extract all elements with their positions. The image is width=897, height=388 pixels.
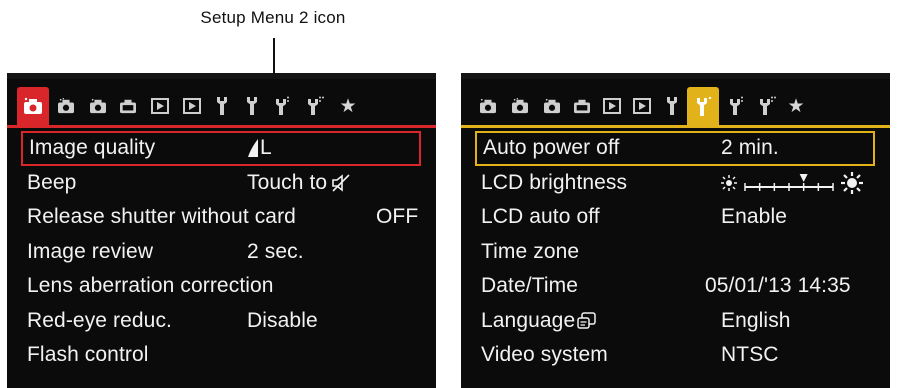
right-camera-menu-screen: ★ Auto power off 2 min. LCD brightness L… [461, 73, 890, 388]
setup-menu-2-callout-label: Setup Menu 2 icon [200, 8, 346, 27]
setup-menu-list: Auto power off 2 min. LCD brightness LCD… [475, 131, 875, 373]
tab-playback-2[interactable] [629, 87, 655, 125]
star-icon: ★ [339, 95, 357, 117]
wrench-icon [697, 96, 712, 116]
release-shutter-value: OFF [376, 205, 419, 229]
tab-shooting-2[interactable] [53, 87, 79, 125]
menu-item-label: Language [481, 309, 597, 333]
playback-icon [183, 98, 201, 114]
menu-item-image-quality[interactable]: Image quality L [21, 131, 421, 166]
language-icon [577, 312, 596, 329]
playback-icon [151, 98, 169, 114]
tab-shooting-4[interactable] [569, 87, 595, 125]
menu-item-lens-aberration[interactable]: Lens aberration correction [21, 269, 421, 304]
menu-item-label: Image quality [29, 136, 156, 160]
tab-setup-2[interactable] [687, 87, 719, 125]
tab-shooting-1[interactable] [475, 87, 501, 125]
camera-icon [90, 98, 106, 114]
menu-item-date-time[interactable]: Date/Time 05/01/'13 14:35 [475, 269, 875, 304]
menu-item-label: Release shutter without card [27, 205, 296, 229]
sun-dim-icon [721, 174, 737, 191]
menu-item-beep[interactable]: Beep Touch to [21, 166, 421, 201]
menu-item-lcd-brightness[interactable]: LCD brightness [475, 166, 875, 201]
playback-icon [633, 98, 651, 114]
shooting-menu-list: Image quality L Beep Touch to Release sh… [21, 131, 421, 373]
tab-playback-2[interactable] [179, 87, 205, 125]
camera-icon [480, 98, 496, 114]
wrench-icon [760, 96, 776, 115]
image-review-value: 2 sec. [247, 239, 304, 263]
camera-icon [574, 99, 590, 114]
tab-playback-1[interactable] [599, 87, 625, 125]
menu-item-label: Image review [27, 239, 154, 263]
menu-item-label: Time zone [481, 239, 580, 263]
tab-setup-3[interactable] [269, 87, 295, 125]
tab-my-menu[interactable]: ★ [335, 87, 361, 125]
menu-item-release-shutter[interactable]: Release shutter without card OFF [21, 200, 421, 235]
menu-item-label: LCD brightness [481, 170, 628, 194]
tab-setup-4[interactable] [753, 87, 781, 125]
date-time-value: 05/01/'13 14:35 [705, 274, 851, 298]
menu-tab-bar: ★ [461, 87, 890, 125]
auto-power-off-value: 2 min. [721, 136, 779, 160]
star-icon: ★ [787, 95, 805, 117]
menu-item-label: Auto power off [483, 136, 620, 160]
camera-icon [544, 98, 560, 114]
red-eye-value: Disable [247, 308, 318, 332]
tab-setup-4[interactable] [301, 87, 329, 125]
video-system-value: NTSC [721, 343, 779, 367]
tab-shooting-4[interactable] [115, 87, 141, 125]
tab-setup-3[interactable] [723, 87, 749, 125]
menu-item-flash-control[interactable]: Flash control [21, 338, 421, 373]
wrench-icon [308, 96, 324, 115]
camera-icon [58, 98, 74, 114]
wrench-icon [247, 97, 257, 115]
tab-playback-1[interactable] [147, 87, 173, 125]
tab-my-menu[interactable]: ★ [783, 87, 809, 125]
tab-shooting-3[interactable] [539, 87, 565, 125]
menu-item-label: Beep [27, 170, 77, 194]
camera-icon [24, 97, 42, 114]
tab-setup-2[interactable] [240, 87, 264, 125]
playback-icon [603, 98, 621, 114]
menu-item-label: Video system [481, 343, 608, 367]
language-value: English [721, 308, 791, 332]
large-fine-quality-icon [248, 139, 258, 158]
lcd-brightness-scale [721, 171, 863, 194]
beep-value: Touch to [247, 171, 351, 195]
tab-shooting-1[interactable] [17, 87, 49, 125]
brightness-slider[interactable] [741, 172, 837, 194]
tab-underline [7, 125, 436, 128]
lcd-auto-off-value: Enable [721, 205, 787, 229]
speaker-muted-icon [332, 174, 350, 192]
wrench-icon [667, 97, 677, 115]
tab-setup-1[interactable] [661, 87, 683, 125]
menu-item-auto-power-off[interactable]: Auto power off 2 min. [475, 131, 875, 166]
tab-shooting-2[interactable] [507, 87, 533, 125]
menu-tab-bar: ★ [7, 87, 436, 125]
menu-item-lcd-auto-off[interactable]: LCD auto off Enable [475, 200, 875, 235]
menu-item-label: LCD auto off [481, 205, 600, 229]
camera-icon [120, 99, 136, 114]
menu-item-video-system[interactable]: Video system NTSC [475, 338, 875, 373]
image-quality-value: L [247, 136, 272, 160]
tab-shooting-3[interactable] [85, 87, 111, 125]
brightness-marker [799, 173, 808, 182]
left-camera-menu-screen: ★ Image quality L Beep Touch to Release … [7, 73, 436, 388]
menu-item-label: Date/Time [481, 274, 578, 298]
camera-icon [512, 98, 528, 114]
menu-item-label: Lens aberration correction [27, 274, 274, 298]
wrench-icon [730, 96, 743, 115]
tab-underline [461, 125, 890, 128]
menu-item-red-eye[interactable]: Red-eye reduc. Disable [21, 304, 421, 339]
wrench-icon [217, 97, 227, 115]
menu-item-label: Red-eye reduc. [27, 308, 172, 332]
tab-setup-1[interactable] [210, 87, 234, 125]
menu-item-image-review[interactable]: Image review 2 sec. [21, 235, 421, 270]
menu-item-language[interactable]: Language English [475, 304, 875, 339]
wrench-icon [276, 96, 289, 115]
menu-item-label: Flash control [27, 343, 149, 367]
sun-bright-icon [841, 171, 863, 194]
menu-item-time-zone[interactable]: Time zone [475, 235, 875, 270]
